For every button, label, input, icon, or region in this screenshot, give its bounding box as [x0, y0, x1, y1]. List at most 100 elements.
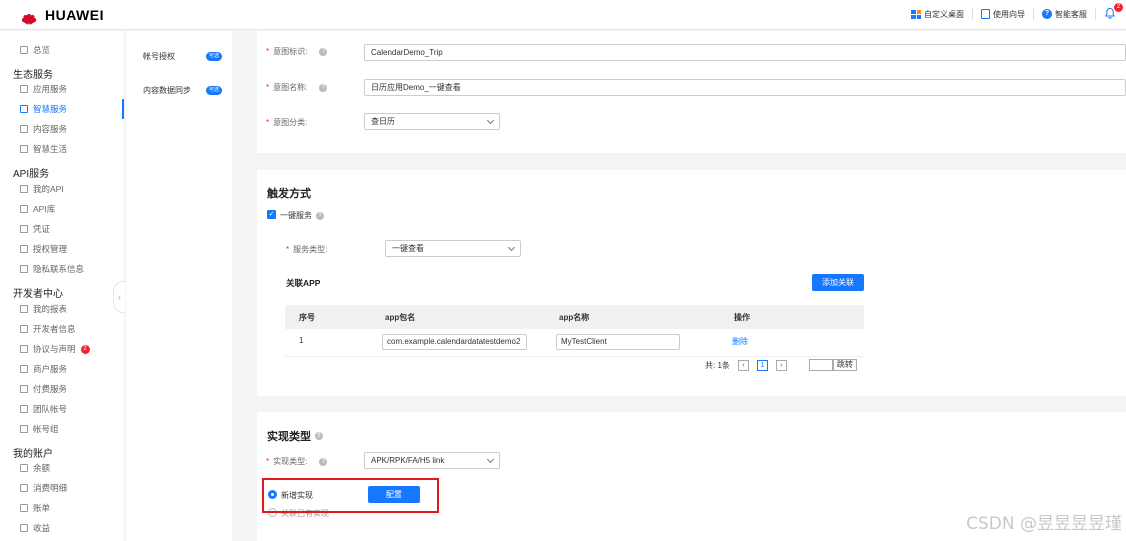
income-icon	[20, 524, 28, 532]
page-jump-button[interactable]: 跳转	[832, 359, 857, 371]
sidebar-item-overview[interactable]: 总览	[20, 42, 50, 58]
page-number-button[interactable]: 1	[756, 359, 768, 371]
intent-name-label: * 意图名称:?	[266, 82, 328, 93]
chevron-down-icon	[486, 116, 495, 125]
usage-guide-link[interactable]: 使用向导	[981, 9, 1025, 20]
column-header-app-name: app名称	[559, 313, 590, 322]
subnav-item-label: 内容数据同步	[143, 86, 191, 95]
top-header: HUAWEI 自定义桌面 使用向导 ? 智能客服 2	[0, 0, 1126, 30]
sidebar-item-label: 智慧服务	[33, 104, 68, 114]
impl-type-label-text: 实现类型:	[273, 457, 308, 466]
sidebar: 总览 生态服务 应用服务 智慧服务 内容服务 智慧生活 API服务 我的API …	[0, 31, 124, 541]
sidebar-group-account: 我的账户	[13, 449, 53, 460]
agreement-badge: 2	[80, 344, 90, 354]
intent-name-label-text: 意图名称:	[273, 83, 308, 92]
divider	[972, 8, 973, 20]
table-row: 1 com.example.calendardatatestdemo2 MyTe…	[285, 329, 864, 357]
impl-type-select[interactable]: APK/RPK/FA/H5 link	[364, 452, 500, 469]
intent-name-input[interactable]: 日历应用Demo_一键查看	[364, 79, 1126, 96]
notification-badge: 2	[1114, 3, 1123, 12]
sidebar-item-balance[interactable]: 余额	[20, 460, 50, 476]
custom-desktop-link[interactable]: 自定义桌面	[911, 9, 964, 20]
sidebar-item-consumption[interactable]: 消费明细	[20, 480, 67, 496]
sidebar-item-label: 商户服务	[33, 364, 68, 374]
sidebar-group-api: API服务	[13, 169, 50, 180]
sidebar-item-label: 账单	[33, 503, 51, 513]
sidebar-item-my-report[interactable]: 我的报表	[20, 301, 67, 317]
service-type-select[interactable]: 一键查看	[385, 240, 521, 257]
sidebar-item-merchant[interactable]: 商户服务	[20, 361, 67, 377]
pager-total: 共: 1条	[705, 360, 730, 370]
help-icon[interactable]: ?	[319, 83, 328, 92]
intent-id-input[interactable]: CalendarDemo_Trip	[364, 44, 1126, 61]
intent-category-select[interactable]: 查日历	[364, 113, 500, 130]
sidebar-item-label: 授权管理	[33, 244, 68, 254]
implementation-title-text: 实现类型	[267, 431, 311, 443]
huawei-logo[interactable]: HUAWEI	[18, 7, 104, 25]
intent-category-label-text: 意图分类:	[273, 118, 308, 127]
prev-page-button[interactable]: ‹	[737, 359, 749, 371]
sidebar-item-bill[interactable]: 账单	[20, 500, 50, 516]
add-link-button[interactable]: 添加关联	[812, 274, 864, 291]
sidebar-item-smart-service[interactable]: 智慧服务	[20, 101, 67, 117]
sidebar-item-api-lib[interactable]: API库	[20, 201, 55, 217]
package-input[interactable]: com.example.calendardatatestdemo2	[382, 334, 527, 350]
help-icon[interactable]: ?	[319, 47, 328, 56]
intent-category-label: * 意图分类:	[266, 118, 308, 127]
column-header-action: 操作	[734, 313, 750, 322]
sidebar-item-label: 我的API	[33, 184, 64, 194]
content-icon	[20, 125, 28, 133]
related-app-title: 关联APP	[286, 278, 321, 288]
sidebar-item-account-group[interactable]: 帐号组	[20, 421, 59, 437]
sidebar-item-label: 协议与声明	[33, 344, 76, 354]
sidebar-item-privacy-contact[interactable]: 隐私联系信息	[20, 261, 84, 277]
home-icon	[20, 46, 28, 54]
user-icon	[20, 185, 28, 193]
sidebar-item-label: 凭证	[33, 224, 51, 234]
grid-icon	[911, 9, 921, 19]
help-icon[interactable]: ?	[316, 211, 324, 220]
sidebar-item-paid-service[interactable]: 付费服务	[20, 381, 67, 397]
sidebar-item-my-api[interactable]: 我的API	[20, 181, 64, 197]
app-name-input[interactable]: MyTestClient	[556, 334, 680, 350]
smart-support-link[interactable]: ? 智能客服	[1042, 9, 1087, 20]
document-icon	[981, 9, 990, 19]
sidebar-item-credential[interactable]: 凭证	[20, 221, 50, 237]
optional-tag: 可选	[206, 86, 222, 95]
divider	[1095, 8, 1096, 20]
page-jump-input[interactable]	[808, 359, 833, 371]
question-icon: ?	[1042, 9, 1052, 19]
one-click-checkbox[interactable]: ✓	[267, 210, 276, 219]
intent-category-value: 查日历	[371, 117, 395, 126]
sidebar-item-auth-mgmt[interactable]: 授权管理	[20, 241, 67, 257]
agreement-icon	[20, 345, 28, 353]
sidebar-item-dev-info[interactable]: 开发者信息	[20, 321, 76, 337]
sidebar-item-team-account[interactable]: 团队帐号	[20, 401, 67, 417]
sidebar-item-income[interactable]: 收益	[20, 520, 50, 536]
merchant-icon	[20, 365, 28, 373]
delete-link[interactable]: 删除	[732, 336, 748, 347]
implementation-section-title: 实现类型?	[267, 428, 323, 444]
subnav-item-content-sync[interactable]: 内容数据同步	[143, 85, 191, 96]
help-icon[interactable]: ?	[315, 432, 323, 440]
optional-tag: 可选	[206, 52, 222, 61]
sidebar-group-eco: 生态服务	[13, 70, 53, 81]
sidebar-item-label: 开发者信息	[33, 324, 76, 334]
trigger-card	[257, 170, 1126, 396]
sidebar-collapse-button[interactable]: ‹	[113, 281, 125, 313]
sidebar-item-label: 帐号组	[33, 424, 59, 434]
help-icon[interactable]: ?	[319, 457, 328, 466]
sidebar-item-smart-life[interactable]: 智慧生活	[20, 141, 67, 157]
logo-text: HUAWEI	[45, 7, 104, 23]
notification-button[interactable]: 2	[1104, 3, 1123, 21]
app-icon	[20, 85, 28, 93]
sub-navigation: 帐号授权 可选 内容数据同步 可选	[126, 31, 232, 541]
sidebar-item-label: 智慧生活	[33, 144, 68, 154]
huawei-flower-icon	[18, 7, 40, 25]
next-page-button[interactable]: ›	[775, 359, 787, 371]
subnav-item-account-auth[interactable]: 帐号授权	[143, 51, 175, 62]
sidebar-item-content-service[interactable]: 内容服务	[20, 121, 67, 137]
sidebar-item-agreement[interactable]: 协议与声明 2	[20, 341, 90, 357]
smart-support-label: 智能客服	[1055, 9, 1087, 19]
sidebar-item-app-service[interactable]: 应用服务	[20, 81, 67, 97]
